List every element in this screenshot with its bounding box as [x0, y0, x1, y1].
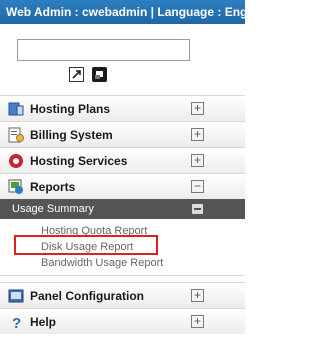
navigation-menu: Hosting Plans + Billing System + Hosting… [0, 95, 245, 334]
search-input[interactable] [17, 39, 190, 61]
services-icon [8, 153, 24, 169]
menu-reports[interactable]: Reports − [0, 173, 245, 199]
menu-hosting-services[interactable]: Hosting Services + [0, 147, 245, 173]
billing-icon [8, 127, 24, 143]
menu-label: Billing System [30, 128, 113, 142]
expand-icon[interactable]: + [191, 315, 204, 328]
external-link-icon[interactable] [69, 67, 84, 82]
panel-config-icon [8, 288, 24, 304]
header-title: Web Admin : cwebadmin | Language : Engli… [6, 5, 245, 19]
help-icon: ? [8, 314, 24, 332]
usage-summary-header[interactable]: Usage Summary [0, 199, 245, 219]
highlight-box [14, 235, 158, 255]
menu-label: Panel Configuration [30, 289, 144, 303]
bandwidth-usage-report-link[interactable]: Bandwidth Usage Report [0, 255, 245, 271]
hosting-plans-icon [8, 101, 24, 117]
divider [0, 275, 245, 282]
window-icon[interactable] [92, 67, 107, 82]
svg-text:?: ? [12, 315, 21, 330]
usage-summary-label: Usage Summary [12, 203, 94, 215]
menu-label: Reports [30, 180, 76, 194]
expand-icon[interactable]: + [191, 289, 204, 302]
reports-icon [8, 179, 24, 195]
menu-help[interactable]: ? Help + [0, 308, 245, 334]
collapse-icon[interactable] [192, 204, 203, 214]
collapse-icon[interactable]: − [191, 180, 204, 193]
menu-label: Help [30, 315, 57, 329]
menu-hosting-plans[interactable]: Hosting Plans + [0, 95, 245, 121]
top-bar: Web Admin : cwebadmin | Language : Engli… [0, 0, 245, 24]
menu-label: Hosting Services [30, 154, 128, 168]
expand-icon[interactable]: + [191, 154, 204, 167]
menu-panel-configuration[interactable]: Panel Configuration + [0, 282, 245, 308]
expand-icon[interactable]: + [191, 128, 204, 141]
expand-icon[interactable]: + [191, 102, 204, 115]
menu-label: Hosting Plans [30, 102, 111, 116]
menu-billing-system[interactable]: Billing System + [0, 121, 245, 147]
